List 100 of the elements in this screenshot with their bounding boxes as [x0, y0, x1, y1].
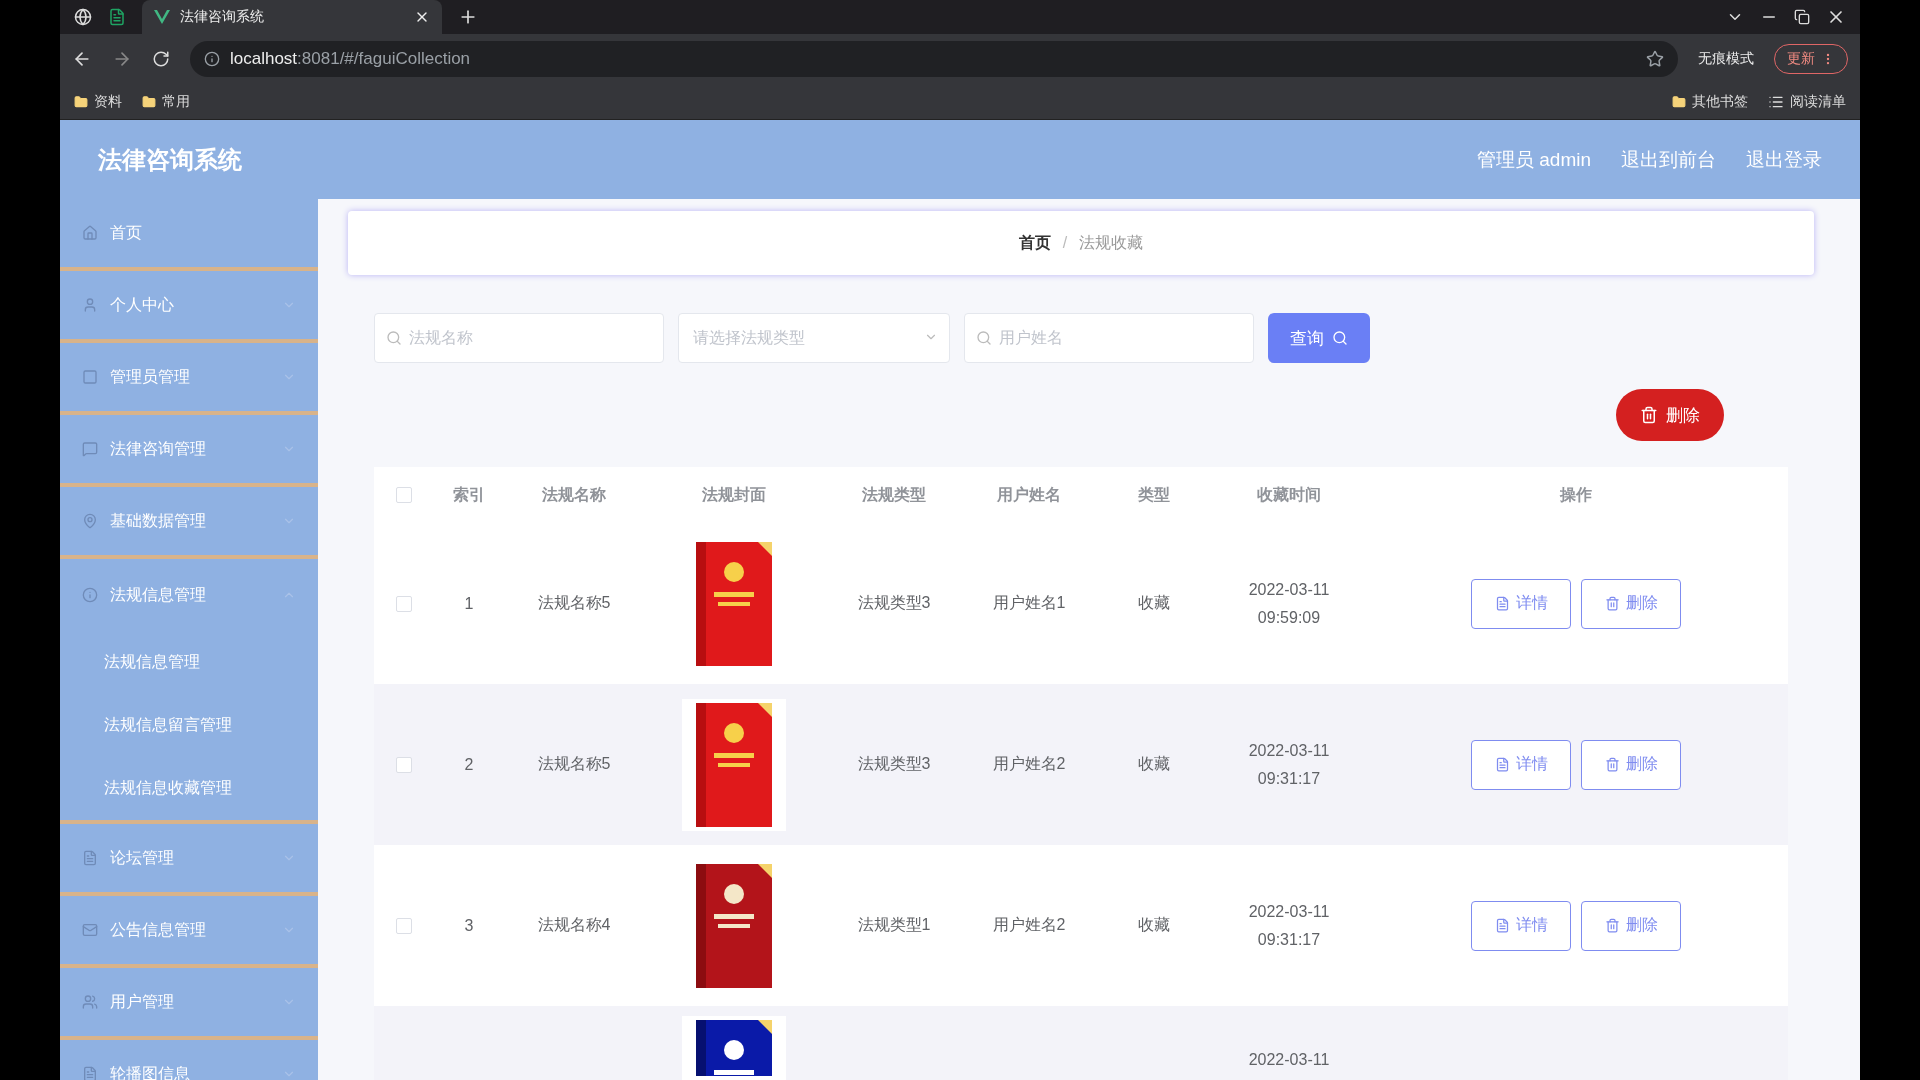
table-cell-text: 收藏: [1137, 915, 1171, 935]
trash-icon: [1604, 596, 1620, 611]
search-button[interactable]: 查询: [1268, 313, 1370, 363]
browser-tab[interactable]: 法律咨询系统: [142, 0, 442, 34]
column-header: 操作: [1558, 484, 1593, 505]
chat-icon: [82, 441, 98, 457]
menu-item[interactable]: 用户管理: [60, 968, 318, 1040]
pin-icon: [82, 513, 98, 529]
table-cell-text: 2022-03-11 09:31:17: [1247, 901, 1331, 950]
row-checkbox[interactable]: [396, 595, 412, 612]
url-text: localhost:8081/#/faguiCollection: [230, 49, 471, 69]
folder-icon: [142, 94, 156, 109]
table-cell-text: 法规名称5: [536, 593, 612, 613]
column-header: 索引: [452, 484, 486, 505]
globe-icon[interactable]: [74, 8, 92, 26]
menu-item[interactable]: 管理员管理: [60, 343, 318, 415]
table-cell-text: 用户姓名2: [991, 754, 1067, 774]
search-icon: [1332, 330, 1348, 346]
table-cell-text: 法规类型3: [856, 754, 932, 774]
trash-icon: [1604, 918, 1620, 933]
restore-icon[interactable]: [1794, 9, 1810, 25]
reading-list[interactable]: 阅读清单: [1768, 92, 1846, 111]
app-title: 法律咨询系统: [98, 144, 243, 175]
column-header: 法规名称: [541, 484, 607, 505]
tab-title: 法律咨询系统: [180, 8, 265, 26]
delete-button[interactable]: 删除: [1581, 900, 1681, 951]
document-icon: [82, 1066, 98, 1080]
header-link[interactable]: 管理员 admin: [1476, 146, 1591, 173]
table-cell-text: 收藏: [1137, 593, 1171, 613]
star-icon[interactable]: [1646, 50, 1664, 68]
search-icon: [976, 330, 992, 346]
menu-item[interactable]: 论坛管理: [60, 824, 318, 896]
row-checkbox[interactable]: [396, 756, 412, 773]
column-header: 用户姓名: [996, 484, 1062, 505]
table-cell-text: 用户姓名2: [991, 915, 1067, 935]
table-cell-text: 法规类型1: [856, 915, 932, 935]
detail-button[interactable]: 详情: [1471, 739, 1571, 790]
search-field[interactable]: 法规名称: [374, 313, 664, 363]
document-icon: [1494, 757, 1510, 772]
table-cell-text: 法规名称5: [536, 754, 612, 774]
menu-item[interactable]: 法律咨询管理: [60, 415, 318, 487]
delete-button[interactable]: 删除: [1581, 578, 1681, 629]
table-cell-text: 2022-03-11 09:59:09: [1247, 579, 1331, 628]
home-icon: [82, 225, 98, 241]
submenu-item[interactable]: 法规信息留言管理: [60, 694, 318, 757]
document-icon: [1494, 596, 1510, 611]
table-cell-text: 2: [463, 755, 475, 774]
header-link[interactable]: 退出登录: [1746, 146, 1822, 173]
v-logo-icon: [154, 10, 170, 24]
bookmark[interactable]: 资料: [74, 92, 122, 111]
submenu-item[interactable]: 法规信息管理: [60, 631, 318, 694]
menu-item[interactable]: 公告信息管理: [60, 896, 318, 968]
row-checkbox[interactable]: [396, 917, 412, 934]
table-cell-text: 法规类型3: [856, 593, 932, 613]
square-icon: [82, 369, 98, 385]
search-field[interactable]: 用户姓名: [964, 313, 1254, 363]
select-all-checkbox[interactable]: [396, 487, 412, 503]
document-icon: [1494, 918, 1510, 933]
detail-button[interactable]: 详情: [1471, 578, 1571, 629]
trash-icon: [1640, 406, 1658, 424]
folder-icon: [1672, 94, 1686, 109]
table-cell-text: 2022-03-11 09:31:17: [1247, 740, 1331, 789]
sheet-icon[interactable]: [108, 8, 126, 26]
document-icon: [82, 850, 98, 866]
table-cell-text: 3: [463, 916, 475, 935]
column-header: 法规类型: [861, 484, 927, 505]
bookmark[interactable]: 其他书签: [1672, 92, 1748, 111]
user-icon: [82, 297, 98, 313]
menu-item[interactable]: 基础数据管理: [60, 487, 318, 559]
column-header: 收藏时间: [1256, 484, 1322, 505]
detail-button[interactable]: 详情: [1471, 900, 1571, 951]
type-select[interactable]: 请选择法规类型: [678, 313, 950, 363]
info-icon: [204, 51, 220, 67]
table-cell-text: 法规名称4: [536, 915, 612, 935]
search-icon: [386, 330, 402, 346]
trash-icon: [1604, 757, 1620, 772]
delete-button[interactable]: 删除: [1616, 389, 1724, 441]
info-icon: [82, 587, 98, 603]
address-bar[interactable]: localhost:8081/#/faguiCollection: [190, 41, 1678, 77]
column-header: 法规封面: [701, 484, 767, 505]
bookmark[interactable]: 常用: [142, 92, 190, 111]
breadcrumb-separator: /: [1062, 234, 1068, 252]
table-cell-text: 1: [463, 594, 475, 613]
delete-button[interactable]: 删除: [1581, 739, 1681, 790]
reload-icon[interactable]: [152, 50, 170, 68]
table-cell-text: 2022-03-11: [1247, 1050, 1331, 1070]
column-header: 类型: [1137, 484, 1171, 505]
submenu-item[interactable]: 法规信息收藏管理: [60, 757, 318, 820]
folder-icon: [74, 94, 88, 109]
menu-item[interactable]: 个人中心: [60, 271, 318, 343]
header-link[interactable]: 退出到前台: [1621, 146, 1716, 173]
menu-item[interactable]: 轮播图信息: [60, 1040, 318, 1080]
menu-item[interactable]: 首页: [60, 199, 318, 271]
mail-icon: [82, 922, 98, 938]
incognito-badge[interactable]: 无痕模式: [1698, 50, 1754, 68]
menu-item[interactable]: 法规信息管理: [60, 559, 318, 631]
users-icon: [82, 994, 98, 1010]
table-cell-text: 收藏: [1137, 754, 1171, 774]
breadcrumb-current: 法规收藏: [1079, 232, 1144, 253]
breadcrumb-link[interactable]: 首页: [1018, 232, 1051, 254]
